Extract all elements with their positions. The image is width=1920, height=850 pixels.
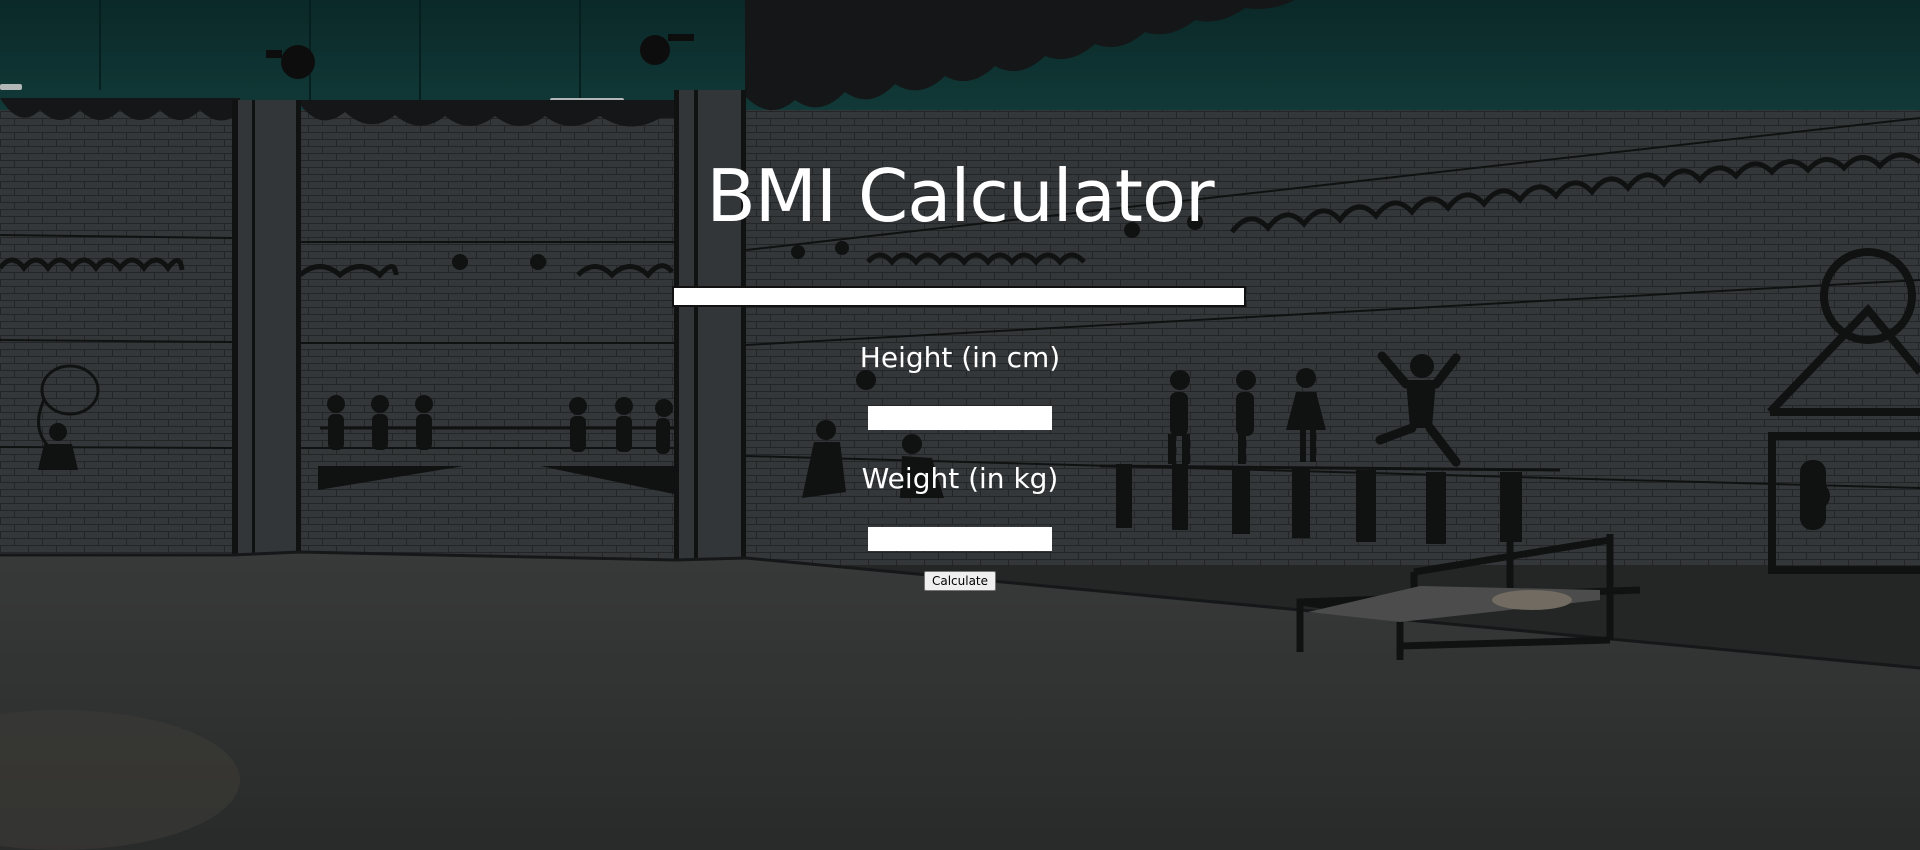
weight-input[interactable] (868, 527, 1052, 551)
height-input[interactable] (868, 406, 1052, 430)
height-label: Height (in cm) (859, 341, 1061, 374)
page-title: BMI Calculator (706, 154, 1214, 238)
calculate-button[interactable]: Calculate (924, 571, 996, 591)
bmi-calculator-page: BMI Calculator Height (in cm) Weight (in… (0, 0, 1920, 850)
result-display (672, 286, 1246, 307)
weight-label: Weight (in kg) (861, 462, 1059, 495)
